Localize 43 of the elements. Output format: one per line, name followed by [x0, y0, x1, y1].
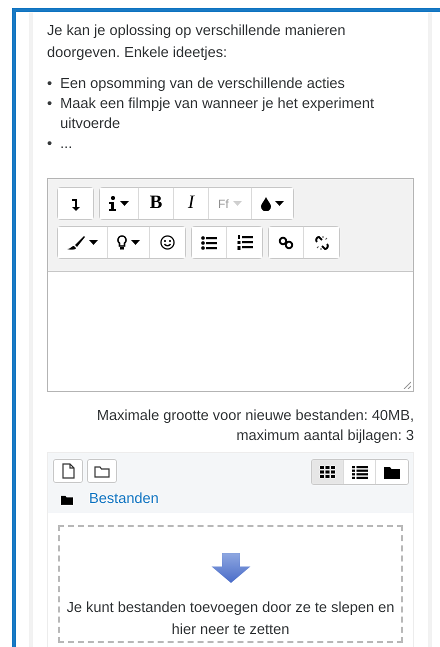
info-icon — [109, 196, 116, 211]
list-icon — [352, 466, 368, 478]
file-icon — [62, 463, 74, 479]
view-button[interactable] — [376, 460, 408, 484]
brush-icon — [67, 236, 85, 250]
folder-icon — [61, 494, 73, 505]
broken-link-icon — [314, 234, 330, 250]
grid-icon — [320, 466, 335, 478]
limit-text: Maximale grootte voor nieuwe bestanden: 40MB, — [96, 407, 414, 426]
caret-icon — [120, 201, 129, 206]
intro-text: Je kan je oplossing op verschillende manieren doorgeven. Enkele ideetjes: — [47, 22, 347, 63]
drop-icon — [260, 196, 271, 210]
drop-hint-text: Je kunt bestanden toevoegen door ze te slepen en hier neer te zetten — [66, 598, 396, 640]
folder-icon — [384, 466, 400, 478]
toolbar-button[interactable] — [269, 227, 304, 258]
drop-zone[interactable]: Je kunt bestanden toevoegen door ze te slepen en hier neer te zetten — [58, 524, 403, 643]
collapse-icon — [70, 196, 80, 210]
view-button[interactable] — [312, 460, 344, 484]
caret-icon — [232, 201, 242, 206]
resize-handle[interactable] — [403, 381, 411, 389]
toolbar-button[interactable] — [100, 188, 139, 219]
smiley-icon — [160, 235, 175, 250]
add-file-button[interactable] — [53, 459, 83, 483]
list-item: Maak een filmpje van wanneer je het experiment uitvoerde — [60, 95, 376, 134]
caret-icon — [89, 240, 98, 245]
bullet-marker: • — [47, 75, 52, 94]
numbered-list-icon — [236, 235, 252, 250]
lightbulb-icon — [117, 235, 127, 250]
link-icon — [278, 236, 294, 250]
folder-icon — [94, 464, 110, 478]
list-item: Een opsomming van de verschillende acties — [60, 75, 345, 94]
create-folder-button[interactable] — [87, 459, 117, 483]
bulleted-list-icon — [201, 236, 217, 250]
limit-text: maximum aantal bijlagen: 3 — [235, 427, 414, 446]
caret-icon — [274, 201, 284, 206]
toolbar-button[interactable] — [192, 227, 227, 258]
list-item: ... — [60, 135, 72, 154]
bullet-marker: • — [47, 95, 52, 114]
caret-icon — [131, 240, 140, 245]
view-button[interactable] — [344, 460, 376, 484]
bullet-marker: • — [47, 135, 52, 154]
toolbar-button[interactable] — [58, 227, 108, 258]
breadcrumb-link[interactable]: Bestanden — [89, 489, 159, 511]
